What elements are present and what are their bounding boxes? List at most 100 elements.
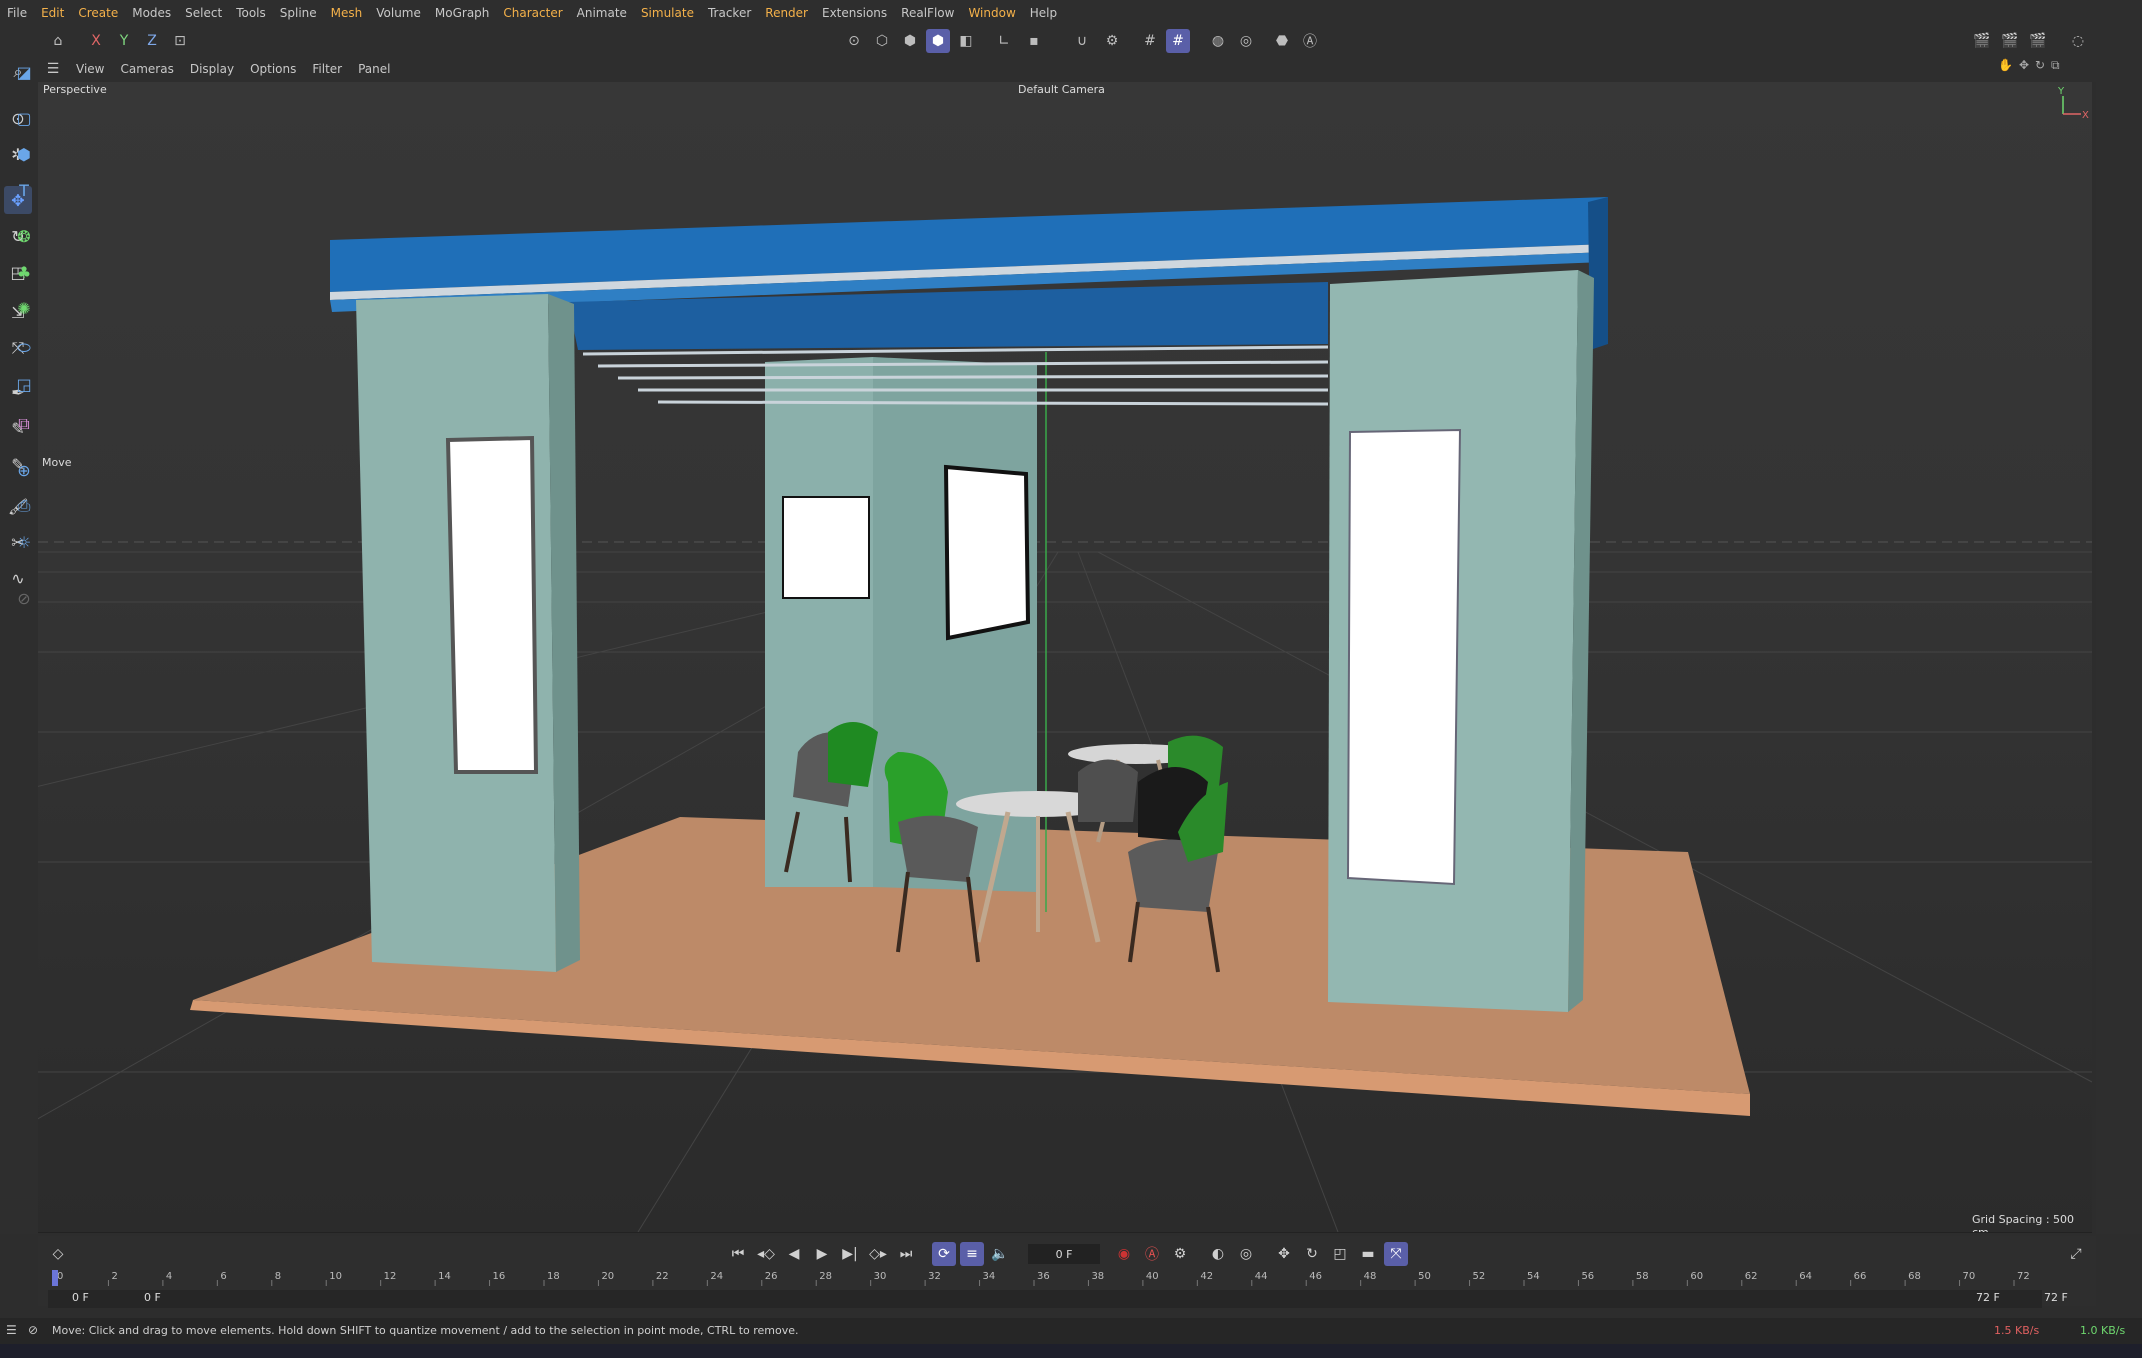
coordinate-system-icon[interactable]: ⊡: [168, 29, 192, 53]
timeline-ruler[interactable]: 0 2 4 6 8 10 12 14 16 18 20 22 24 26 28 30 32 34 36 38 40 42 4…: [52, 1268, 2042, 1286]
ruler-tick-label: 22: [656, 1271, 669, 1282]
menu-simulate[interactable]: Simulate: [634, 0, 701, 26]
previous-key-button[interactable]: ◂◇: [754, 1242, 778, 1266]
viewport-menu-options[interactable]: Options: [242, 62, 304, 76]
redshift-icon[interactable]: ◌: [2066, 29, 2090, 53]
points-mode-icon[interactable]: ⊙: [842, 29, 866, 53]
menu-create[interactable]: Create: [71, 0, 125, 26]
menu-volume[interactable]: Volume: [369, 0, 428, 26]
pla-key-icon[interactable]: ⤧: [1384, 1242, 1408, 1266]
hamburger-icon[interactable]: ☰: [38, 61, 68, 77]
next-key-button[interactable]: ◇▸: [866, 1242, 890, 1266]
menu-spline[interactable]: Spline: [273, 0, 324, 26]
sound-icon[interactable]: 🔈: [988, 1242, 1012, 1266]
cube-primitive-icon[interactable]: ⬢: [10, 140, 38, 168]
autokey-icon[interactable]: Ⓐ: [1140, 1242, 1164, 1266]
material-icon[interactable]: ⊘: [10, 584, 38, 612]
menu-select[interactable]: Select: [178, 0, 229, 26]
viewport-nav-icons[interactable]: ✋✥↻⧉: [1998, 58, 2066, 73]
menu-extensions[interactable]: Extensions: [815, 0, 894, 26]
scale-key-icon[interactable]: ◰: [1328, 1242, 1352, 1266]
end-frame-field[interactable]: 72 F: [2044, 1291, 2068, 1304]
render-queue-icon[interactable]: 🎬: [2026, 29, 2050, 53]
axis-x-toggle[interactable]: X: [84, 29, 108, 53]
lock-icon[interactable]: ⬣: [1270, 29, 1294, 53]
field-icon[interactable]: ◲: [10, 370, 38, 398]
menu-render[interactable]: Render: [758, 0, 815, 26]
axis-mode-icon[interactable]: ∟: [992, 29, 1016, 53]
menu-animate[interactable]: Animate: [570, 0, 634, 26]
menu-modes[interactable]: Modes: [125, 0, 178, 26]
edges-mode-icon[interactable]: ⬡: [870, 29, 894, 53]
texture-mode-icon[interactable]: ◧: [954, 29, 978, 53]
axis-y-toggle[interactable]: Y: [112, 29, 136, 53]
model-mode-icon[interactable]: ⬢: [926, 29, 950, 53]
deformer-icon[interactable]: ⬭: [10, 334, 38, 362]
camera-label[interactable]: Default Camera: [1018, 83, 1105, 96]
next-frame-button[interactable]: ▶|: [838, 1242, 862, 1266]
key-settings-icon[interactable]: ⚙: [1168, 1242, 1192, 1266]
render-active-icon[interactable]: 🎬: [1998, 29, 2022, 53]
param-key-icon[interactable]: ▬: [1356, 1242, 1380, 1266]
viewport-menu-panel[interactable]: Panel: [350, 62, 398, 76]
menu-file[interactable]: File: [0, 0, 34, 26]
workplane-icon[interactable]: #: [1138, 29, 1162, 53]
play-button[interactable]: ▶: [810, 1242, 834, 1266]
motion-record-icon[interactable]: ◐: [1206, 1242, 1230, 1266]
viewport-menu-filter[interactable]: Filter: [304, 62, 350, 76]
menu-window[interactable]: Window: [961, 0, 1022, 26]
snap-settings-icon[interactable]: ⚙: [1100, 29, 1124, 53]
current-frame-field[interactable]: 0 F: [1028, 1244, 1100, 1264]
start-frame-field[interactable]: 0 F: [72, 1291, 89, 1304]
render-settings-icon[interactable]: ◎: [1234, 29, 1258, 53]
text-spline-icon[interactable]: T: [10, 176, 38, 204]
solo-icon[interactable]: ▪: [1022, 29, 1046, 53]
menu-character[interactable]: Character: [496, 0, 569, 26]
range-end-field[interactable]: 72 F: [1976, 1291, 2000, 1304]
grid-snap-icon[interactable]: #: [1166, 29, 1190, 53]
range-button[interactable]: ≡: [960, 1242, 984, 1266]
menu-mesh[interactable]: Mesh: [324, 0, 370, 26]
menu-mograph[interactable]: MoGraph: [428, 0, 497, 26]
range-start-field[interactable]: 0 F: [144, 1291, 161, 1304]
scene-icon[interactable]: ⧉: [10, 410, 38, 438]
ruler-tick-label: 30: [874, 1271, 887, 1282]
keyframe-diamond-icon[interactable]: ◇: [46, 1242, 70, 1266]
menu-realflow[interactable]: RealFlow: [894, 0, 961, 26]
menu-help[interactable]: Help: [1023, 0, 1064, 26]
3d-viewport[interactable]: Y X Perspective Default Camera Move Grid…: [38, 82, 2092, 1233]
go-to-start-button[interactable]: ⏮: [726, 1242, 750, 1266]
status-menu-icon[interactable]: ☰: [6, 1323, 17, 1337]
effector-icon[interactable]: ✺: [10, 294, 38, 322]
menu-tracker[interactable]: Tracker: [701, 0, 758, 26]
auto-icon[interactable]: Ⓐ: [1298, 29, 1322, 53]
playhead[interactable]: [52, 1270, 58, 1286]
viewport-menu-cameras[interactable]: Cameras: [112, 62, 181, 76]
rectangle-spline-icon[interactable]: ▢: [10, 104, 38, 132]
axis-z-toggle[interactable]: Z: [140, 29, 164, 53]
viewport-menu-view[interactable]: View: [68, 62, 112, 76]
undo-icon[interactable]: ⌂: [46, 29, 70, 53]
camera-icon[interactable]: ⎙: [10, 492, 38, 520]
environment-icon[interactable]: ⊕: [10, 456, 38, 484]
previous-frame-button[interactable]: ◀: [782, 1242, 806, 1266]
menu-edit[interactable]: Edit: [34, 0, 71, 26]
record-icon[interactable]: ◉: [1112, 1242, 1136, 1266]
position-key-icon[interactable]: ✥: [1272, 1242, 1296, 1266]
rotation-key-icon[interactable]: ↻: [1300, 1242, 1324, 1266]
key-mode-icon[interactable]: ◎: [1234, 1242, 1258, 1266]
snap-magnet-icon[interactable]: ∪: [1070, 29, 1094, 53]
timeline-graph-icon[interactable]: ⤢: [2064, 1242, 2088, 1266]
go-to-end-button[interactable]: ⏭: [894, 1242, 918, 1266]
loop-button[interactable]: ⟳: [932, 1242, 956, 1266]
menu-tools[interactable]: Tools: [229, 0, 273, 26]
render-region-icon[interactable]: ◍: [1206, 29, 1230, 53]
viewport-menu-display[interactable]: Display: [182, 62, 242, 76]
render-view-icon[interactable]: 🎬: [1970, 29, 1994, 53]
polygons-mode-icon[interactable]: ⬢: [898, 29, 922, 53]
subdivision-icon[interactable]: ❂: [10, 222, 38, 250]
light-icon[interactable]: ☼: [10, 528, 38, 556]
cloner-icon[interactable]: ♣: [10, 258, 38, 286]
frame-range-bar[interactable]: [48, 1290, 2042, 1308]
object-manager-icon[interactable]: ◪: [10, 58, 38, 86]
